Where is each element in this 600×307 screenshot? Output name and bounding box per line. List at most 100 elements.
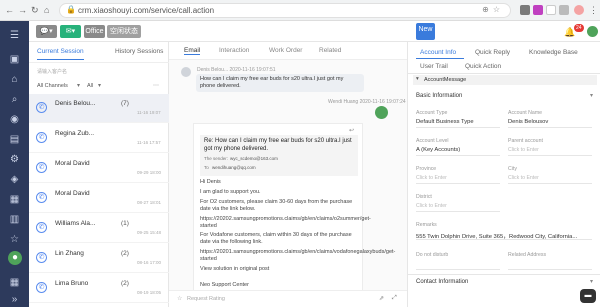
chevron-down-icon[interactable]: ▾ bbox=[590, 278, 593, 285]
field-value[interactable]: A (Key Accounts) bbox=[416, 147, 460, 153]
field-value[interactable]: Denis Belousov bbox=[508, 119, 548, 125]
email-body-line[interactable]: https://20201.samsungpromotions.claims/g… bbox=[200, 249, 395, 263]
session-row[interactable]: ✆ Regina Zub... 11-16 17:57 bbox=[29, 124, 169, 153]
phone-icon: ✆ bbox=[36, 192, 47, 203]
office-status-badge: Office bbox=[84, 25, 105, 38]
divider bbox=[408, 73, 600, 74]
email-body-line[interactable]: https://20202.samsungpromotions.claims/g… bbox=[200, 216, 371, 230]
session-name: Regina Zub... bbox=[55, 130, 95, 137]
star-icon[interactable]: ☆ bbox=[177, 295, 182, 302]
email-body-line: For Vodafone customers, claim within 30 … bbox=[200, 232, 352, 245]
field-underline bbox=[416, 155, 500, 156]
list-icon[interactable]: ▥ bbox=[8, 213, 21, 226]
home-icon[interactable]: ⌂ bbox=[44, 4, 49, 16]
extension-icon[interactable] bbox=[533, 5, 543, 15]
field-input[interactable]: Click to Enter bbox=[416, 203, 447, 209]
field-input[interactable]: Click to Enter bbox=[508, 175, 539, 181]
request-rating-button[interactable]: Request Rating bbox=[187, 296, 225, 302]
session-name: Williams Ala... bbox=[55, 220, 96, 227]
tab-work-order[interactable]: Work Order bbox=[269, 47, 302, 54]
field-input[interactable]: Click to Enter bbox=[416, 175, 447, 181]
reply-icon[interactable]: ↩ bbox=[349, 127, 354, 134]
settings-icon[interactable]: ⚙ bbox=[8, 153, 21, 166]
session-name: Lin Zhang bbox=[55, 250, 84, 257]
tab-quick-action[interactable]: Quick Action bbox=[465, 63, 501, 70]
menu-icon[interactable]: ☰ bbox=[8, 29, 21, 42]
email-body-line: View solution in original post bbox=[200, 266, 270, 272]
users-icon[interactable]: ◉ bbox=[8, 113, 21, 126]
extension-icon[interactable] bbox=[520, 5, 530, 15]
session-row[interactable]: ✆ Williams Ala... (1) 09-25 15:48 bbox=[29, 214, 169, 243]
field-underline bbox=[416, 127, 500, 128]
kebab-menu-icon[interactable]: ⋮ bbox=[589, 4, 598, 16]
field-label: Remarks bbox=[416, 222, 437, 228]
session-row[interactable]: ✆ Moral David 08-27 18:01 bbox=[29, 184, 169, 213]
session-row[interactable]: ✆ Lima Bruno (2) 08-19 18:05 bbox=[29, 274, 169, 303]
chat-bubble-icon[interactable]: ▬ bbox=[580, 289, 596, 303]
tab-history-sessions[interactable]: History Sessions bbox=[115, 45, 163, 59]
chevron-down-icon: ▾ bbox=[98, 83, 102, 89]
share-icon[interactable]: ⇗ bbox=[379, 295, 384, 302]
url-text: crm.xiaoshouyi.com/service/call.action bbox=[78, 6, 215, 15]
expand-icon[interactable]: ⤢ bbox=[392, 295, 397, 302]
chevron-down-icon[interactable]: ▾ bbox=[590, 92, 593, 99]
back-icon[interactable]: ← bbox=[5, 4, 14, 16]
status-select[interactable]: 空闲状态 bbox=[107, 25, 141, 38]
field-label: Province bbox=[416, 166, 437, 172]
tab-account-info[interactable]: Account Info bbox=[420, 49, 456, 56]
tab-related[interactable]: Related bbox=[319, 47, 341, 54]
extension-icon[interactable] bbox=[546, 5, 556, 15]
reload-icon[interactable]: ↻ bbox=[31, 4, 39, 16]
session-row[interactable]: ✆ Denis Belou... (7) 11-16 19:07 bbox=[29, 94, 169, 123]
search-input[interactable]: 请输入客户名 bbox=[34, 66, 164, 78]
collapse-icon[interactable]: » bbox=[8, 293, 21, 306]
home-icon[interactable]: ⌂ bbox=[8, 73, 21, 86]
unread-count: (2) bbox=[121, 280, 129, 287]
bookmark-star-icon[interactable]: ⊕☆ bbox=[482, 5, 504, 14]
field-value[interactable]: Default Business Type bbox=[416, 119, 474, 125]
document-icon[interactable]: ▦ bbox=[8, 193, 21, 206]
phone-icon: ✆ bbox=[36, 252, 47, 263]
session-time: 08-27 18:01 bbox=[137, 200, 162, 205]
active-tab-indicator bbox=[416, 58, 464, 59]
app-topbar: 💬▾ ✉▾ Office 空闲状态 New 🔔 24 ⓘ bbox=[29, 21, 600, 42]
session-row[interactable]: ✆ Moral David 09-29 18:00 bbox=[29, 154, 169, 183]
divider bbox=[408, 274, 600, 275]
chat-dropdown-button[interactable]: 💬▾ bbox=[36, 25, 57, 38]
tab-knowledge-base[interactable]: Knowledge Base bbox=[529, 49, 578, 56]
sender-email: wyc_scdemo@163.com bbox=[230, 156, 278, 161]
field-underline bbox=[508, 183, 592, 184]
tab-user-trail[interactable]: User Trail bbox=[420, 63, 448, 70]
field-underline bbox=[508, 269, 592, 270]
profile-avatar[interactable] bbox=[574, 5, 584, 15]
grid-icon[interactable]: ▦ bbox=[8, 276, 21, 289]
tag-icon[interactable]: ◈ bbox=[8, 173, 21, 186]
tab-quick-reply[interactable]: Quick Reply bbox=[475, 49, 510, 56]
tab-current-session[interactable]: Current Session bbox=[37, 45, 84, 60]
status-filter-select[interactable]: All bbox=[87, 83, 93, 89]
search-icon[interactable]: ⌕ bbox=[8, 93, 21, 106]
to-email: wendihuang@qq.com bbox=[212, 165, 256, 170]
channel-filter-select[interactable]: All Channels bbox=[37, 83, 68, 89]
tab-email[interactable]: Email bbox=[184, 47, 201, 55]
forward-icon[interactable]: → bbox=[18, 4, 27, 16]
chevron-down-icon[interactable]: ▾ bbox=[416, 76, 419, 82]
conversation-panel: Email Interaction Work Order Related Den… bbox=[169, 42, 407, 307]
address-bar[interactable]: 🔒 crm.xiaoshouyi.com/service/call.action… bbox=[59, 3, 511, 18]
session-row[interactable]: ✆ Lin Zhang (2) 08-16 17:00 bbox=[29, 244, 169, 273]
chart-icon[interactable]: ▤ bbox=[8, 133, 21, 146]
user-avatar[interactable]: ● bbox=[8, 251, 22, 265]
new-button[interactable]: New bbox=[416, 23, 435, 40]
message-meta: Denis Belou... 2020-11-16 19:07:51 bbox=[197, 67, 276, 73]
field-label: Account Name bbox=[508, 110, 543, 116]
more-icon[interactable]: ⋯ bbox=[153, 82, 159, 89]
email-dropdown-button[interactable]: ✉▾ bbox=[60, 25, 81, 38]
tab-interaction[interactable]: Interaction bbox=[219, 47, 249, 54]
star-icon[interactable]: ☆ bbox=[8, 233, 21, 246]
briefcase-icon[interactable]: ▣ bbox=[8, 53, 21, 66]
user-avatar[interactable] bbox=[587, 26, 598, 37]
email-body-line: Hi Denis bbox=[200, 179, 221, 185]
puzzle-icon[interactable] bbox=[559, 5, 569, 15]
field-input[interactable]: Click to Enter bbox=[508, 147, 539, 153]
chevron-down-icon: ▾ bbox=[77, 83, 81, 89]
